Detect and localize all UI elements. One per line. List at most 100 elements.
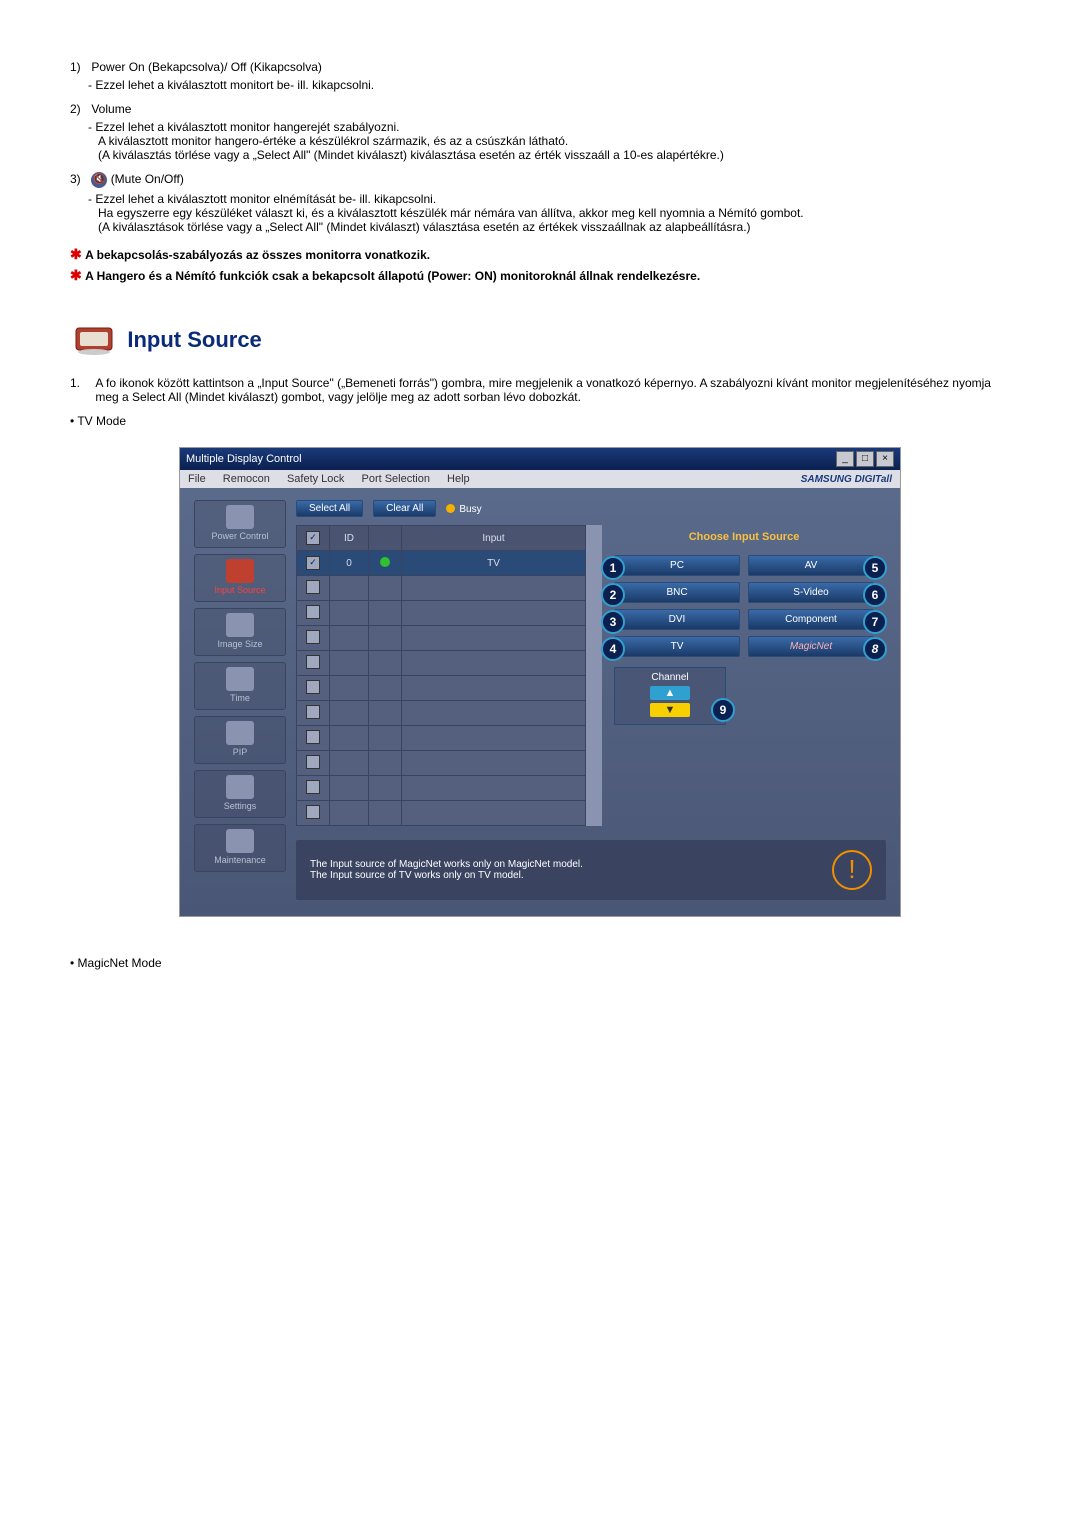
callout-6: 6	[863, 583, 887, 607]
content-row: ID Input 0 TV	[296, 525, 886, 826]
menu-help[interactable]: Help	[447, 473, 470, 485]
table-row[interactable]	[297, 651, 586, 676]
table-row[interactable]	[297, 751, 586, 776]
callout-3: 3	[601, 610, 625, 634]
row-checkbox[interactable]	[306, 630, 320, 644]
app-body: Power Control Input Source Image Size Ti…	[180, 488, 900, 916]
source-pc-button[interactable]: 1PC	[614, 555, 740, 576]
row-checkbox[interactable]	[306, 655, 320, 669]
table-row[interactable]	[297, 626, 586, 651]
source-tv-button[interactable]: 4TV	[614, 636, 740, 657]
btn-label: S-Video	[793, 587, 828, 598]
titlebar: Multiple Display Control _ □ ×	[180, 448, 900, 470]
btn-label: AV	[805, 560, 818, 571]
col-check	[297, 526, 330, 551]
row-checkbox[interactable]	[306, 755, 320, 769]
row-checkbox[interactable]	[306, 705, 320, 719]
menubar-items: File Remocon Safety Lock Port Selection …	[188, 473, 484, 485]
clear-all-button[interactable]: Clear All	[373, 500, 436, 517]
table-row[interactable]	[297, 576, 586, 601]
check-all[interactable]	[306, 531, 320, 545]
note-text: A Hangero és a Némító funkciók csak a be…	[85, 269, 700, 283]
power-status-icon	[380, 557, 390, 567]
callout-7: 7	[863, 610, 887, 634]
note-text: A bekapcsolás-szabályozás az összes moni…	[85, 248, 430, 262]
table-row[interactable]	[297, 676, 586, 701]
table-row[interactable]: 0 TV	[297, 551, 586, 576]
menubar: File Remocon Safety Lock Port Selection …	[180, 470, 900, 488]
btn-label: DVI	[669, 614, 686, 625]
sidebar-item-input-source[interactable]: Input Source	[194, 554, 286, 602]
input-source-panel: Choose Input Source 1PC AV5 2BNC S-Video…	[614, 525, 874, 826]
maximize-button[interactable]: □	[856, 451, 874, 467]
channel-down-button[interactable]: ▼	[650, 703, 690, 717]
sidebar-item-time[interactable]: Time	[194, 662, 286, 710]
row-checkbox[interactable]	[306, 780, 320, 794]
sidebar-item-settings[interactable]: Settings	[194, 770, 286, 818]
callout-5: 5	[863, 556, 887, 580]
time-icon	[226, 667, 254, 691]
table-row[interactable]	[297, 776, 586, 801]
btn-label: BNC	[666, 587, 687, 598]
table-row[interactable]	[297, 726, 586, 751]
channel-box: Channel ▲ ▼ 9	[614, 667, 726, 725]
row-checkbox[interactable]	[306, 680, 320, 694]
channel-up-button[interactable]: ▲	[650, 686, 690, 700]
sidebar-item-image-size[interactable]: Image Size	[194, 608, 286, 656]
col-input: Input	[402, 526, 586, 551]
note-1: ✱ A bekapcsolás-szabályozás az összes mo…	[70, 246, 1010, 263]
close-button[interactable]: ×	[876, 451, 894, 467]
scrollbar[interactable]	[586, 525, 602, 826]
row-checkbox[interactable]	[306, 556, 320, 570]
menu-port-selection[interactable]: Port Selection	[361, 473, 429, 485]
row-checkbox[interactable]	[306, 580, 320, 594]
center-column: Select All Clear All Busy ID Input	[296, 500, 886, 900]
btn-label: MagicNet	[790, 641, 832, 652]
item-number: 2)	[70, 102, 88, 116]
input-source-heading-icon	[70, 324, 118, 356]
source-bnc-button[interactable]: 2BNC	[614, 582, 740, 603]
row-checkbox[interactable]	[306, 805, 320, 819]
source-magicnet-button[interactable]: MagicNet8	[748, 636, 874, 657]
busy-dot-icon	[446, 504, 455, 513]
sidebar-label: Power Control	[211, 531, 268, 541]
source-svideo-button[interactable]: S-Video6	[748, 582, 874, 603]
source-component-button[interactable]: Component7	[748, 609, 874, 630]
busy-indicator: Busy	[446, 503, 481, 515]
brand-logo: SAMSUNG DIGITall	[801, 474, 892, 485]
source-dvi-button[interactable]: 3DVI	[614, 609, 740, 630]
table-row[interactable]	[297, 601, 586, 626]
sidebar-item-power-control[interactable]: Power Control	[194, 500, 286, 548]
item-title: Power On (Bekapcsolva)/ Off (Kikapcsolva…	[91, 60, 991, 74]
top-buttons: Select All Clear All Busy	[296, 500, 886, 517]
sidebar: Power Control Input Source Image Size Ti…	[194, 500, 286, 900]
item-list: 1) Power On (Bekapcsolva)/ Off (Kikapcso…	[70, 60, 1010, 234]
mute-label: (Mute On/Off)	[111, 172, 184, 186]
star-icon: ✱	[70, 246, 82, 262]
channel-label: Channel	[651, 672, 688, 683]
sidebar-item-maintenance[interactable]: Maintenance	[194, 824, 286, 872]
sidebar-label: PIP	[233, 747, 248, 757]
footer-text: The Input source of MagicNet works only …	[310, 859, 583, 881]
grid-header-row: ID Input	[297, 526, 586, 551]
callout-9: 9	[711, 698, 735, 722]
table-row[interactable]	[297, 701, 586, 726]
section-heading: Input Source	[70, 324, 1010, 356]
row-checkbox[interactable]	[306, 605, 320, 619]
item-2: 2) Volume	[70, 102, 1010, 116]
power-icon	[226, 505, 254, 529]
sidebar-label: Input Source	[214, 585, 265, 595]
select-all-button[interactable]: Select All	[296, 500, 363, 517]
sidebar-label: Image Size	[217, 639, 262, 649]
sidebar-item-pip[interactable]: PIP	[194, 716, 286, 764]
row-checkbox[interactable]	[306, 730, 320, 744]
menu-file[interactable]: File	[188, 473, 206, 485]
menu-safety-lock[interactable]: Safety Lock	[287, 473, 344, 485]
minimize-button[interactable]: _	[836, 451, 854, 467]
row-id: 0	[330, 551, 369, 576]
source-av-button[interactable]: AV5	[748, 555, 874, 576]
btn-label: PC	[670, 560, 684, 571]
table-row[interactable]	[297, 801, 586, 826]
menu-remocon[interactable]: Remocon	[223, 473, 270, 485]
callout-4: 4	[601, 637, 625, 661]
